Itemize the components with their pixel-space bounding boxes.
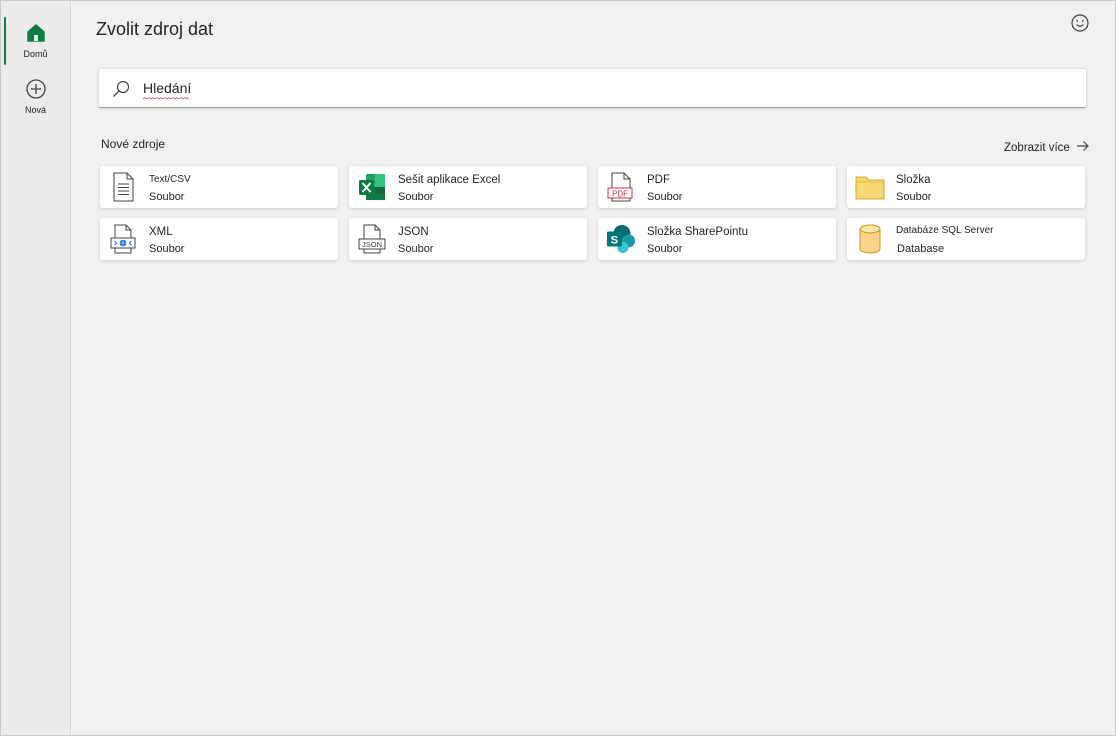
sharepoint-icon: S <box>606 224 636 254</box>
source-card-name: Text/CSV <box>149 174 191 185</box>
source-card-name: Složka <box>896 174 931 186</box>
text-file-icon <box>108 172 138 202</box>
source-card-text-csv[interactable]: Text/CSV Soubor <box>100 166 338 208</box>
show-more-link[interactable]: Zobrazit více <box>1004 140 1090 155</box>
source-card-sql-server[interactable]: Databáze SQL Server Database <box>847 218 1085 260</box>
json-icon: JSON <box>357 224 387 254</box>
xml-icon <box>108 224 138 254</box>
rail-item-label: Nová <box>24 105 46 115</box>
database-icon <box>855 224 885 254</box>
arrow-right-icon <box>1076 140 1090 155</box>
page-title: Zvolit zdroj dat <box>96 19 214 39</box>
svg-text:PDF: PDF <box>612 189 628 198</box>
source-card-xml[interactable]: XML Soubor <box>100 218 338 260</box>
source-card-type: Soubor <box>398 191 434 203</box>
rail-item-new[interactable]: Nová <box>1 71 70 121</box>
show-more-label: Zobrazit více <box>1004 141 1070 154</box>
home-icon <box>24 21 48 45</box>
pdf-icon: PDF <box>606 172 636 202</box>
source-card-name: XML <box>149 226 173 238</box>
source-card-type: Soubor <box>149 191 185 203</box>
window: Domů Nová Zvolit zdroj dat Nové zdroje Z… <box>0 0 1116 736</box>
source-card-name: Databáze SQL Server <box>896 225 994 236</box>
navigation-rail: Domů Nová <box>1 1 71 735</box>
source-card-type: Soubor <box>149 243 185 255</box>
source-card-type: Database <box>897 243 945 255</box>
source-card-type: Soubor <box>896 191 932 203</box>
rail-item-label: Domů <box>23 49 48 59</box>
source-card-type: Soubor <box>398 243 434 255</box>
source-card-type: Soubor <box>647 243 683 255</box>
excel-icon <box>357 172 387 202</box>
svg-text:S: S <box>611 235 619 247</box>
search-box[interactable] <box>98 68 1087 108</box>
spellcheck-underline <box>143 97 189 100</box>
rail-item-home[interactable]: Domů <box>1 15 70 65</box>
source-card-type: Soubor <box>647 191 683 203</box>
svg-text:JSON: JSON <box>362 240 382 249</box>
source-card-folder[interactable]: Složka Soubor <box>847 166 1085 208</box>
feedback-smiley-icon[interactable] <box>1070 13 1090 33</box>
source-card-sharepoint[interactable]: S Složka SharePointu Soubor <box>598 218 836 260</box>
source-card-name: PDF <box>647 174 670 186</box>
search-input[interactable] <box>143 78 1043 98</box>
source-card-json[interactable]: JSON JSON Soubor <box>349 218 587 260</box>
search-icon <box>111 79 131 99</box>
source-card-excel[interactable]: Sešit aplikace Excel Soubor <box>349 166 587 208</box>
add-circle-icon <box>24 77 48 101</box>
section-title: Nové zdroje <box>101 137 166 151</box>
source-card-name: Složka SharePointu <box>647 226 749 238</box>
folder-icon <box>855 172 885 202</box>
source-card-name: Sešit aplikace Excel <box>398 174 501 186</box>
source-card-name: JSON <box>398 226 429 238</box>
source-card-pdf[interactable]: PDF PDF Soubor <box>598 166 836 208</box>
